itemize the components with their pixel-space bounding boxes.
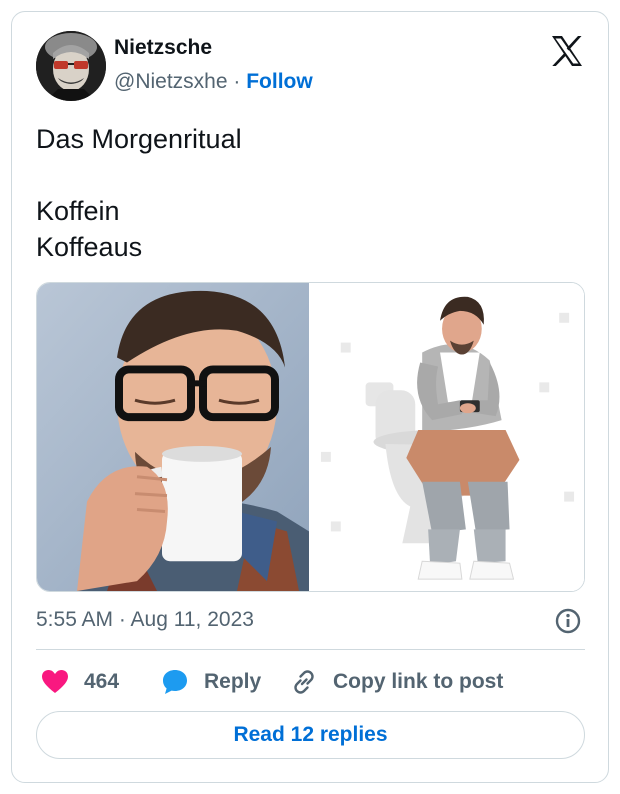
tweet-line: Das Morgenritual	[36, 124, 242, 154]
reply-label: Reply	[204, 670, 262, 693]
tweet-card: Nietzsche @Nietzsxhe · Follow Das Morgen…	[11, 11, 609, 783]
author-handle-line: @Nietzsxhe · Follow	[114, 70, 313, 94]
like-button[interactable]: 464	[40, 662, 119, 702]
man-sitting-on-toilet-photo[interactable]	[309, 283, 584, 591]
copy-link-label: Copy link to post	[333, 670, 504, 693]
avatar-image	[36, 31, 106, 101]
x-logo-icon[interactable]	[547, 31, 587, 71]
separator: ·	[227, 70, 247, 93]
link-icon	[289, 667, 319, 697]
tweet-text: Das Morgenritual Koffein Koffeaus	[36, 121, 242, 265]
action-bar: 464 Reply Copy link to post	[36, 662, 585, 702]
heart-icon	[40, 667, 70, 697]
read-replies-button[interactable]: Read 12 replies	[36, 711, 585, 759]
follow-link[interactable]: Follow	[246, 70, 313, 93]
reply-button[interactable]: Reply	[160, 662, 261, 702]
author-name[interactable]: Nietzsche	[114, 36, 212, 60]
tweet-line: Koffein	[36, 196, 120, 226]
like-count: 464	[84, 670, 120, 693]
media-grid	[36, 282, 585, 592]
read-replies-label: Read 12 replies	[233, 723, 388, 746]
timestamp[interactable]: 5:55 AM · Aug 11, 2023	[36, 608, 254, 632]
divider	[36, 649, 585, 650]
tweet-line: Koffeaus	[36, 232, 143, 262]
author-handle[interactable]: @Nietzsxhe	[114, 70, 228, 93]
copy-link-button[interactable]: Copy link to post	[289, 662, 503, 702]
avatar[interactable]	[36, 31, 106, 101]
speech-bubble-icon	[160, 667, 190, 697]
man-drinking-coffee-photo[interactable]	[37, 283, 309, 591]
info-icon[interactable]	[554, 607, 582, 635]
